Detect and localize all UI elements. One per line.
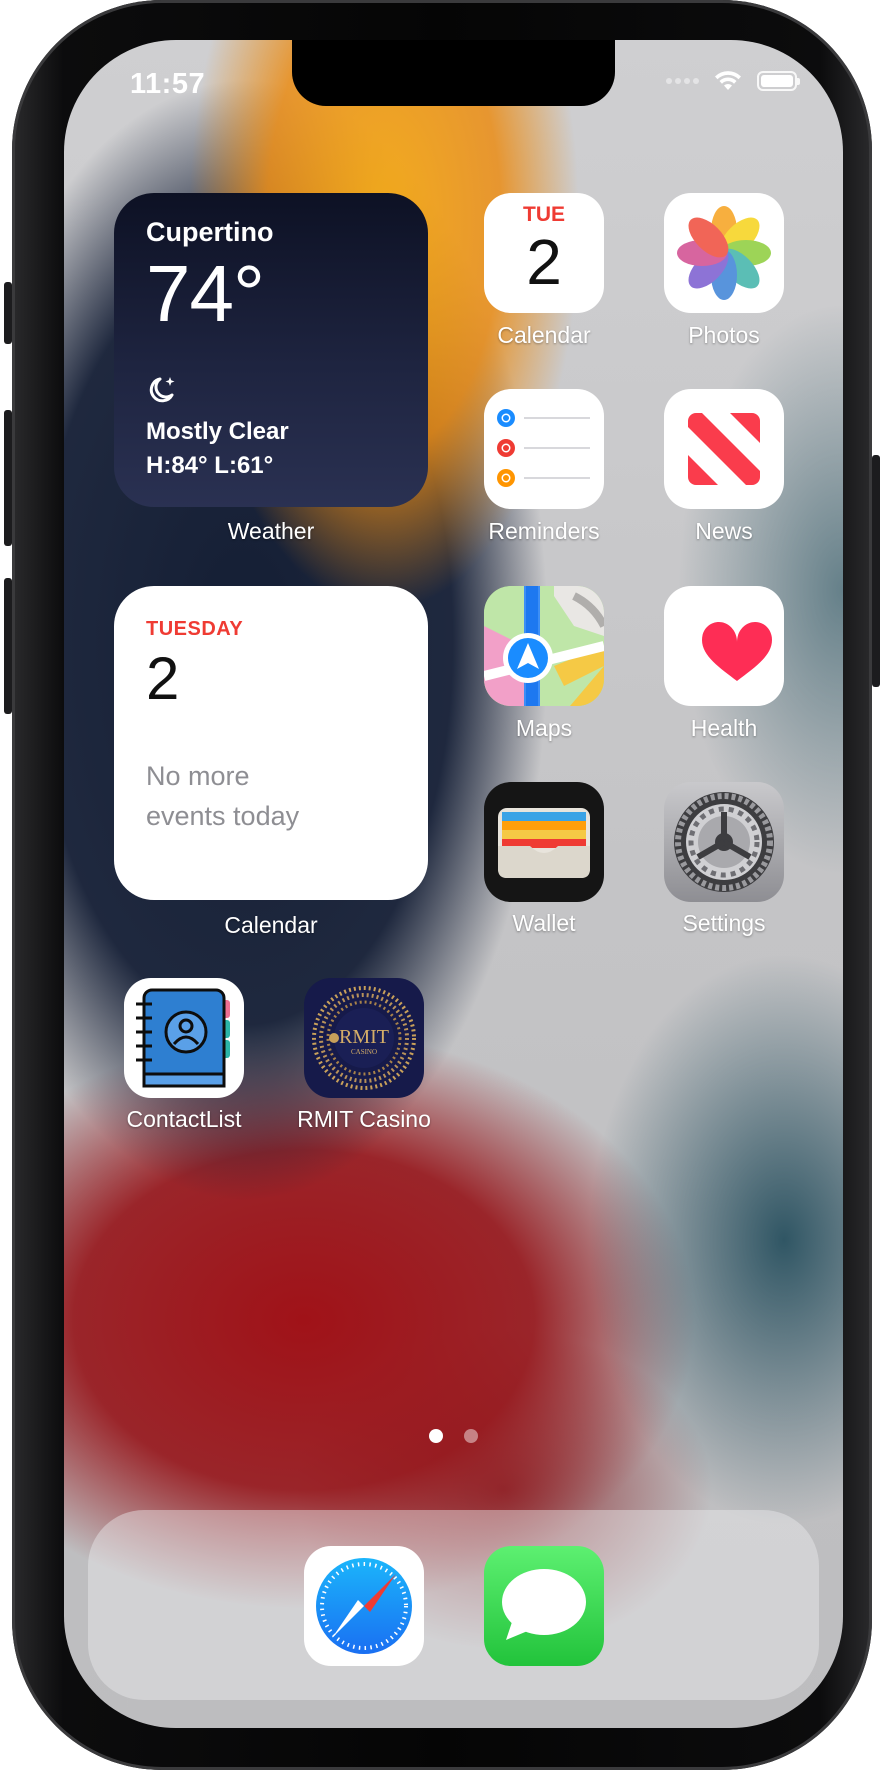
calendar-app-label: Calendar: [497, 322, 591, 348]
reminders-app-label: Reminders: [488, 518, 600, 544]
health-app-label: Health: [690, 715, 758, 741]
safari-app-icon[interactable]: [304, 1546, 424, 1666]
settings-app-label: Settings: [682, 910, 766, 936]
wallet-app-label: Wallet: [512, 910, 576, 936]
events-line-2: events today: [146, 801, 300, 831]
maps-icon: [484, 586, 604, 706]
photos-flower-icon: [677, 206, 771, 300]
weather-high-low: H:84° L:61°: [146, 452, 274, 479]
volume-up-button: [4, 410, 12, 546]
rmit-logo-text: RMIT: [339, 1026, 389, 1048]
wallet-cards-icon: [498, 808, 590, 878]
weather-condition: Mostly Clear: [146, 418, 289, 445]
dock: [88, 1510, 819, 1700]
messages-app-icon[interactable]: [484, 1546, 604, 1666]
rmit-casino-app-icon[interactable]: RMIT CASINO: [304, 978, 424, 1098]
weather-widget-label: Weather: [227, 518, 315, 544]
status-icons: [666, 70, 800, 92]
calendar-app-icon[interactable]: TUE 2: [484, 193, 604, 313]
calendar-app-day: TUE: [523, 203, 565, 226]
iphone-frame: 11:57 Cupertino 74° Mostly Clear H:84° L…: [4, 0, 880, 1770]
calendar-widget-label: Calendar: [224, 912, 318, 938]
reminders-list-icon: [497, 409, 590, 487]
calendar-widget[interactable]: TUESDAY 2 No more events today: [114, 586, 428, 900]
calendar-widget-date: 2: [146, 645, 180, 712]
page-indicator[interactable]: [64, 1429, 843, 1443]
contactlist-app-icon[interactable]: [124, 978, 244, 1098]
reminders-app-icon[interactable]: [484, 389, 604, 509]
wallet-app-icon[interactable]: [484, 782, 604, 902]
action-button: [4, 282, 12, 344]
calendar-widget-day: TUESDAY: [146, 618, 244, 640]
calendar-app-date: 2: [526, 226, 562, 298]
calendar-widget-events: No more events today: [146, 756, 406, 836]
gear-icon: [674, 792, 774, 892]
weather-city: Cupertino: [146, 217, 274, 247]
weather-widget[interactable]: Cupertino 74° Mostly Clear H:84° L:61°: [114, 193, 428, 507]
rmit-casino-app-label: RMIT Casino: [297, 1106, 431, 1132]
address-book-icon: [136, 988, 230, 1088]
battery-icon: [757, 71, 800, 91]
rmit-logo-subtext: CASINO: [350, 1048, 378, 1056]
moon-stars-icon: [149, 377, 175, 403]
maps-app-icon[interactable]: [484, 586, 604, 706]
weather-temperature: 74°: [146, 249, 265, 338]
page-dot-1[interactable]: [429, 1429, 443, 1443]
settings-app-icon[interactable]: [664, 782, 784, 902]
notch: [292, 40, 615, 106]
events-line-1: No more: [146, 761, 250, 791]
page-dot-2[interactable]: [464, 1429, 478, 1443]
volume-down-button: [4, 578, 12, 714]
photos-app-icon[interactable]: [664, 193, 784, 313]
contactlist-app-label: ContactList: [126, 1106, 242, 1132]
safari-compass-icon: [316, 1558, 412, 1654]
status-time: 11:57: [130, 68, 206, 100]
cellular-signal-icon: [666, 78, 699, 84]
wifi-icon: [715, 71, 741, 90]
news-app-label: News: [695, 518, 753, 544]
home-screen: 11:57 Cupertino 74° Mostly Clear H:84° L…: [64, 40, 843, 1728]
health-app-icon[interactable]: [664, 586, 784, 706]
photos-app-label: Photos: [688, 322, 760, 348]
heart-icon: [702, 622, 772, 681]
power-button: [872, 455, 880, 687]
maps-app-label: Maps: [515, 715, 573, 741]
news-n-icon: [688, 413, 760, 485]
news-app-icon[interactable]: [664, 389, 784, 509]
speech-bubble-icon: [502, 1569, 586, 1640]
